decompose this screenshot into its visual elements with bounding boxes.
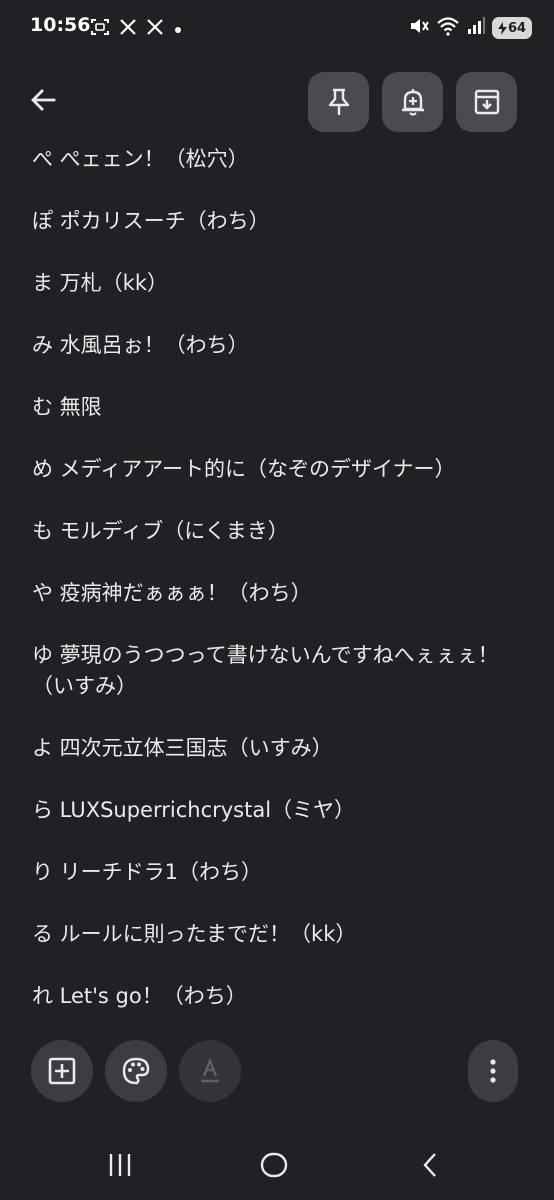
- add-reminder-bell-icon: [401, 89, 424, 116]
- arrow-back-icon: [31, 89, 56, 111]
- status-left-icons: [90, 17, 183, 41]
- signal-icon: [466, 16, 486, 40]
- note-line[interactable]: ら LUXSuperrichcrystal（ミヤ）: [32, 795, 527, 826]
- add-reminder-button[interactable]: [382, 72, 443, 132]
- note-line[interactable]: れ Let's go！（わち）: [32, 981, 527, 1012]
- back-button[interactable]: [18, 75, 68, 125]
- note-line[interactable]: む 無限: [32, 392, 527, 423]
- status-right-icons: 64: [408, 16, 532, 40]
- note-line[interactable]: ま 万札（kk）: [32, 268, 527, 299]
- pin-icon: [328, 88, 349, 115]
- note-line[interactable]: ゆ 夢現のうつつって書けないんですねへぇぇぇ！（いすみ）: [32, 640, 527, 702]
- status-time: 10:56: [30, 14, 91, 36]
- recents-icon: [109, 1154, 131, 1176]
- wifi-icon: [436, 16, 460, 40]
- system-back-button[interactable]: [400, 1138, 460, 1192]
- note-line[interactable]: よ 四次元立体三国志（いすみ）: [32, 733, 527, 764]
- screenshot-icon: [90, 17, 110, 41]
- archive-icon: [474, 89, 499, 115]
- note-body[interactable]: ぺ ぺェェン！（松穴） ぽ ポカリスーチ（わち） ま 万札（kk） み 水風呂ぉ…: [32, 144, 527, 1024]
- add-item-button[interactable]: [31, 1040, 93, 1102]
- notification-dot-icon: [173, 20, 183, 39]
- charging-bolt-icon: [497, 21, 507, 35]
- home-icon: [260, 1152, 288, 1178]
- back-chevron-icon: [423, 1153, 436, 1177]
- home-button[interactable]: [244, 1138, 304, 1192]
- system-nav-bar: [0, 1130, 554, 1200]
- bottom-action-bar: [0, 1040, 554, 1102]
- x-app-icon: [119, 18, 137, 40]
- note-line[interactable]: め メディアアート的に（なぞのデザイナー）: [32, 454, 527, 485]
- note-line[interactable]: り リーチドラ1（わち）: [32, 857, 527, 888]
- note-toolbar: [0, 70, 554, 134]
- pin-button[interactable]: [308, 72, 369, 132]
- text-format-button[interactable]: [179, 1040, 241, 1102]
- status-bar: 10:56 64: [0, 0, 554, 58]
- note-line[interactable]: る ルールに則ったまでだ！（kk）: [32, 919, 527, 950]
- note-line[interactable]: み 水風呂ぉ！（わち）: [32, 330, 527, 361]
- battery-indicator: 64: [492, 17, 532, 39]
- note-line[interactable]: ぺ ぺェェン！（松穴）: [32, 144, 527, 175]
- mute-vibrate-icon: [408, 16, 430, 40]
- more-options-button[interactable]: [468, 1040, 518, 1102]
- note-line[interactable]: も モルディブ（にくまき）: [32, 516, 527, 547]
- x-app-icon: [146, 18, 164, 40]
- color-palette-button[interactable]: [105, 1040, 167, 1102]
- note-line[interactable]: ぽ ポカリスーチ（わち）: [32, 206, 527, 237]
- battery-level: 64: [507, 20, 527, 36]
- more-vert-icon: [490, 1059, 496, 1083]
- text-format-icon: [201, 1057, 219, 1083]
- palette-icon: [122, 1057, 150, 1085]
- note-line[interactable]: や 疫病神だぁぁぁ！（わち）: [32, 578, 527, 609]
- recents-button[interactable]: [90, 1138, 150, 1192]
- archive-button[interactable]: [456, 72, 517, 132]
- add-box-icon: [48, 1057, 76, 1085]
